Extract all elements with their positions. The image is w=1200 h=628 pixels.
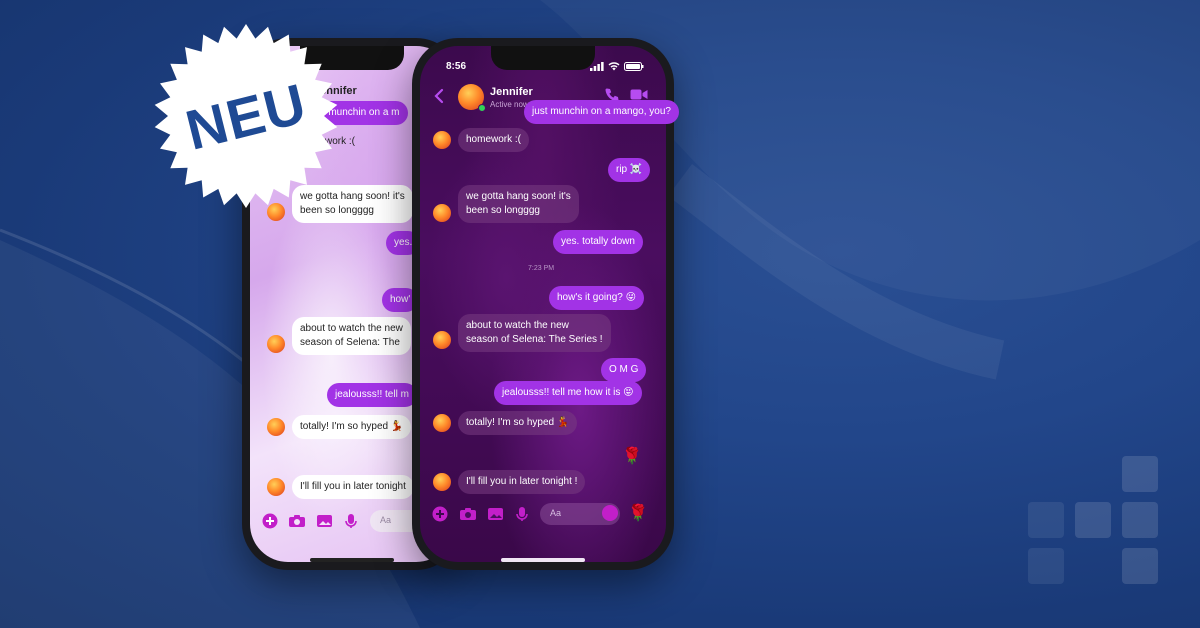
message-incoming[interactable]: about to watch the new season of Selena:… bbox=[458, 314, 611, 352]
message-incoming[interactable]: I'll fill you in later tonight ! bbox=[458, 470, 586, 494]
tile bbox=[1122, 456, 1158, 492]
message-line: we gotta hang soon! it's bbox=[466, 191, 571, 202]
status-icons bbox=[590, 62, 644, 71]
tile bbox=[1122, 502, 1158, 538]
new-badge: NEU bbox=[152, 22, 340, 210]
message-incoming[interactable]: homework :( bbox=[458, 128, 530, 152]
contact-avatar bbox=[267, 418, 285, 436]
message-incoming[interactable]: about to watch the new season of Selena:… bbox=[292, 317, 411, 355]
phone-notch bbox=[491, 46, 595, 70]
message-line: season of Selena: The Series ! bbox=[466, 334, 603, 345]
message-outgoing[interactable]: O M G bbox=[601, 358, 647, 382]
contact-avatar bbox=[267, 478, 285, 496]
contact-avatar bbox=[433, 131, 451, 149]
quick-reaction-button[interactable]: 🌹 bbox=[628, 503, 648, 523]
home-indicator bbox=[310, 558, 394, 562]
contact-avatar bbox=[267, 335, 285, 353]
microphone-icon[interactable] bbox=[345, 513, 357, 529]
microphone-icon[interactable] bbox=[516, 506, 528, 522]
message-line: season of Selena: The bbox=[300, 337, 400, 348]
rose-emoji-message[interactable]: 🌹 bbox=[622, 446, 642, 466]
message-line: been so longggg bbox=[466, 205, 540, 216]
tile bbox=[1028, 548, 1064, 584]
message-line: about to watch the new bbox=[300, 323, 403, 334]
message-outgoing[interactable]: yes. totally down bbox=[553, 230, 643, 254]
contact-status: Active now bbox=[490, 100, 529, 109]
message-incoming[interactable]: we gotta hang soon! it's been so longggg bbox=[458, 185, 579, 223]
message-outgoing[interactable]: rip ☠️ bbox=[608, 158, 651, 182]
tile bbox=[1075, 502, 1111, 538]
contact-avatar bbox=[433, 414, 451, 432]
message-outgoing[interactable]: just munchin on a mango, you? bbox=[524, 100, 679, 124]
timestamp: 7:23 PM bbox=[528, 265, 555, 272]
message-incoming[interactable]: totally! I'm so hyped 💃 bbox=[292, 415, 412, 439]
plus-icon[interactable] bbox=[262, 513, 278, 529]
tile bbox=[1028, 502, 1064, 538]
contact-avatar bbox=[433, 204, 451, 222]
camera-icon[interactable] bbox=[288, 514, 306, 528]
message-outgoing[interactable]: jealousss!! tell m bbox=[327, 383, 417, 407]
photo-icon[interactable] bbox=[316, 514, 333, 528]
battery-icon bbox=[624, 62, 644, 71]
signal-icon bbox=[590, 62, 604, 71]
phone-dark-theme: 8:56 Jennifer Active now just munchin on… bbox=[412, 38, 679, 570]
message-incoming[interactable]: I'll fill you in later tonight bbox=[292, 475, 414, 499]
contact-name: Jennifer bbox=[490, 86, 533, 98]
message-outgoing[interactable]: jealousss!! tell me how it is 😝 bbox=[494, 381, 642, 405]
message-incoming[interactable]: totally! I'm so hyped 💃 bbox=[458, 411, 578, 435]
emoji-icon[interactable] bbox=[602, 505, 618, 521]
online-indicator bbox=[478, 104, 486, 112]
home-indicator bbox=[501, 558, 585, 562]
contact-avatar bbox=[433, 331, 451, 349]
wifi-icon bbox=[608, 62, 620, 71]
contact-avatar bbox=[433, 473, 451, 491]
plus-icon[interactable] bbox=[432, 506, 448, 522]
camera-icon[interactable] bbox=[459, 507, 477, 521]
status-time: 8:56 bbox=[446, 61, 467, 72]
tile bbox=[1122, 548, 1158, 584]
back-chevron-icon[interactable] bbox=[434, 88, 444, 104]
message-outgoing[interactable]: how's it going? 😜 bbox=[549, 286, 645, 310]
message-line: about to watch the new bbox=[466, 320, 569, 331]
photo-icon[interactable] bbox=[487, 507, 504, 521]
